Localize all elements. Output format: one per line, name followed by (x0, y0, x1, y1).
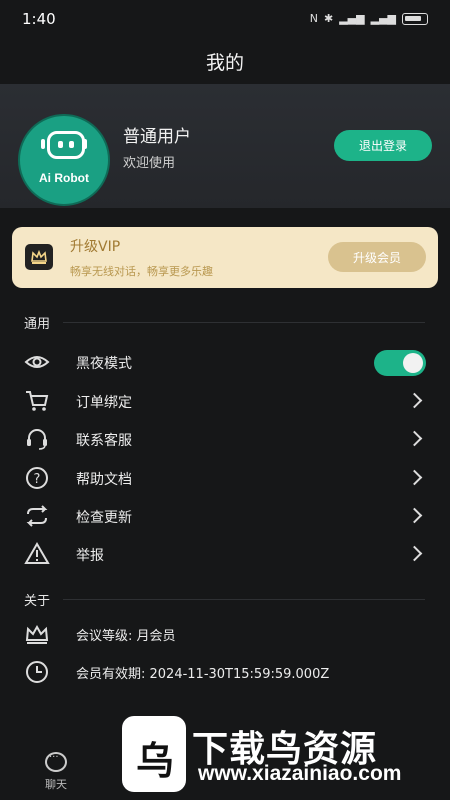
membership-level-row: 会议等级: 月会员 (0, 615, 450, 653)
upgrade-member-button[interactable]: 升级会员 (328, 242, 426, 272)
page-title: 我的 (205, 52, 244, 74)
status-icons: N ✱ ▂▄▆ ▂▄▆ (310, 12, 428, 25)
menu-item-label: 举报 (76, 548, 104, 564)
menu-item-label: 检查更新 (76, 510, 132, 526)
menu-item-label: 订单绑定 (76, 395, 132, 411)
signal-icon: ▂▄▆ (370, 12, 396, 25)
menu-item-help-docs[interactable]: ? 帮助文档 (0, 459, 450, 497)
refresh-icon (26, 505, 48, 527)
avatar-brand-text: Ai Robot (39, 171, 89, 185)
section-about: 关于 (24, 594, 51, 609)
nfc-icon: N (309, 12, 318, 25)
vip-banner[interactable]: 升级VIP 畅享无线对话，畅享更多乐趣 升级会员 (12, 227, 438, 288)
membership-expiry: 会员有效期: 2024-11-30T15:59:59.000Z (76, 667, 330, 682)
user-subtitle: 欢迎使用 (123, 156, 176, 171)
chevron-right-icon (406, 392, 423, 409)
menu-item-night-mode[interactable]: 黑夜模式 (0, 343, 450, 381)
vip-crown-icon (25, 244, 53, 270)
membership-expiry-row: 会员有效期: 2024-11-30T15:59:59.000Z (0, 653, 450, 691)
robot-icon (47, 131, 85, 159)
tab-label: 聊天 (45, 778, 67, 791)
watermark-logo (122, 716, 186, 792)
status-time: 1:40 (22, 10, 56, 28)
chevron-right-icon (406, 469, 423, 486)
status-bar: 1:40 N ✱ ▂▄▆ ▂▄▆ (0, 0, 450, 40)
section-divider (63, 322, 425, 323)
section-divider (63, 599, 425, 600)
battery-icon (402, 12, 428, 25)
menu-item-label: 联系客服 (76, 433, 132, 449)
robot-ear-right (83, 139, 87, 149)
wifi-icon: ▂▄▆ (339, 12, 365, 25)
menu-item-report[interactable]: 举报 (0, 535, 450, 573)
svg-text:?: ? (34, 472, 41, 487)
watermark-url: www.xiazainiao.com (198, 762, 402, 785)
robot-ear-left (41, 139, 45, 149)
menu-item-order-binding[interactable]: 订单绑定 (0, 382, 450, 420)
watermark: 下载鸟资源 www.xiazainiao.com (118, 712, 418, 798)
section-general: 通用 (24, 317, 51, 332)
help-icon: ? (26, 467, 48, 489)
warning-icon (24, 542, 50, 564)
chat-bubble-icon (45, 752, 67, 772)
night-mode-toggle[interactable] (374, 350, 426, 376)
membership-level: 会议等级: 月会员 (76, 629, 176, 644)
headset-icon (27, 429, 47, 450)
cart-icon (26, 391, 49, 411)
chevron-right-icon (406, 430, 423, 447)
logout-button[interactable]: 退出登录 (334, 130, 432, 161)
chevron-right-icon (406, 545, 423, 562)
eye-icon (24, 356, 50, 368)
menu-item-check-update[interactable]: 检查更新 (0, 497, 450, 535)
avatar[interactable]: Ai Robot (18, 114, 110, 206)
menu-item-customer-service[interactable]: 联系客服 (0, 420, 450, 458)
vip-subtitle: 畅享无线对话，畅享更多乐趣 (70, 265, 213, 278)
menu-item-label: 帮助文档 (76, 472, 132, 488)
clock-icon (26, 661, 48, 683)
menu-item-label: 黑夜模式 (76, 356, 132, 372)
chevron-right-icon (406, 507, 423, 524)
username: 普通用户 (123, 127, 191, 147)
bluetooth-icon: ✱ (324, 12, 334, 25)
vip-title: 升级VIP (70, 239, 121, 255)
crown-icon (25, 624, 49, 644)
tab-chat[interactable]: 聊天 (26, 752, 86, 792)
profile-card: Ai Robot 普通用户 欢迎使用 退出登录 (0, 84, 450, 208)
